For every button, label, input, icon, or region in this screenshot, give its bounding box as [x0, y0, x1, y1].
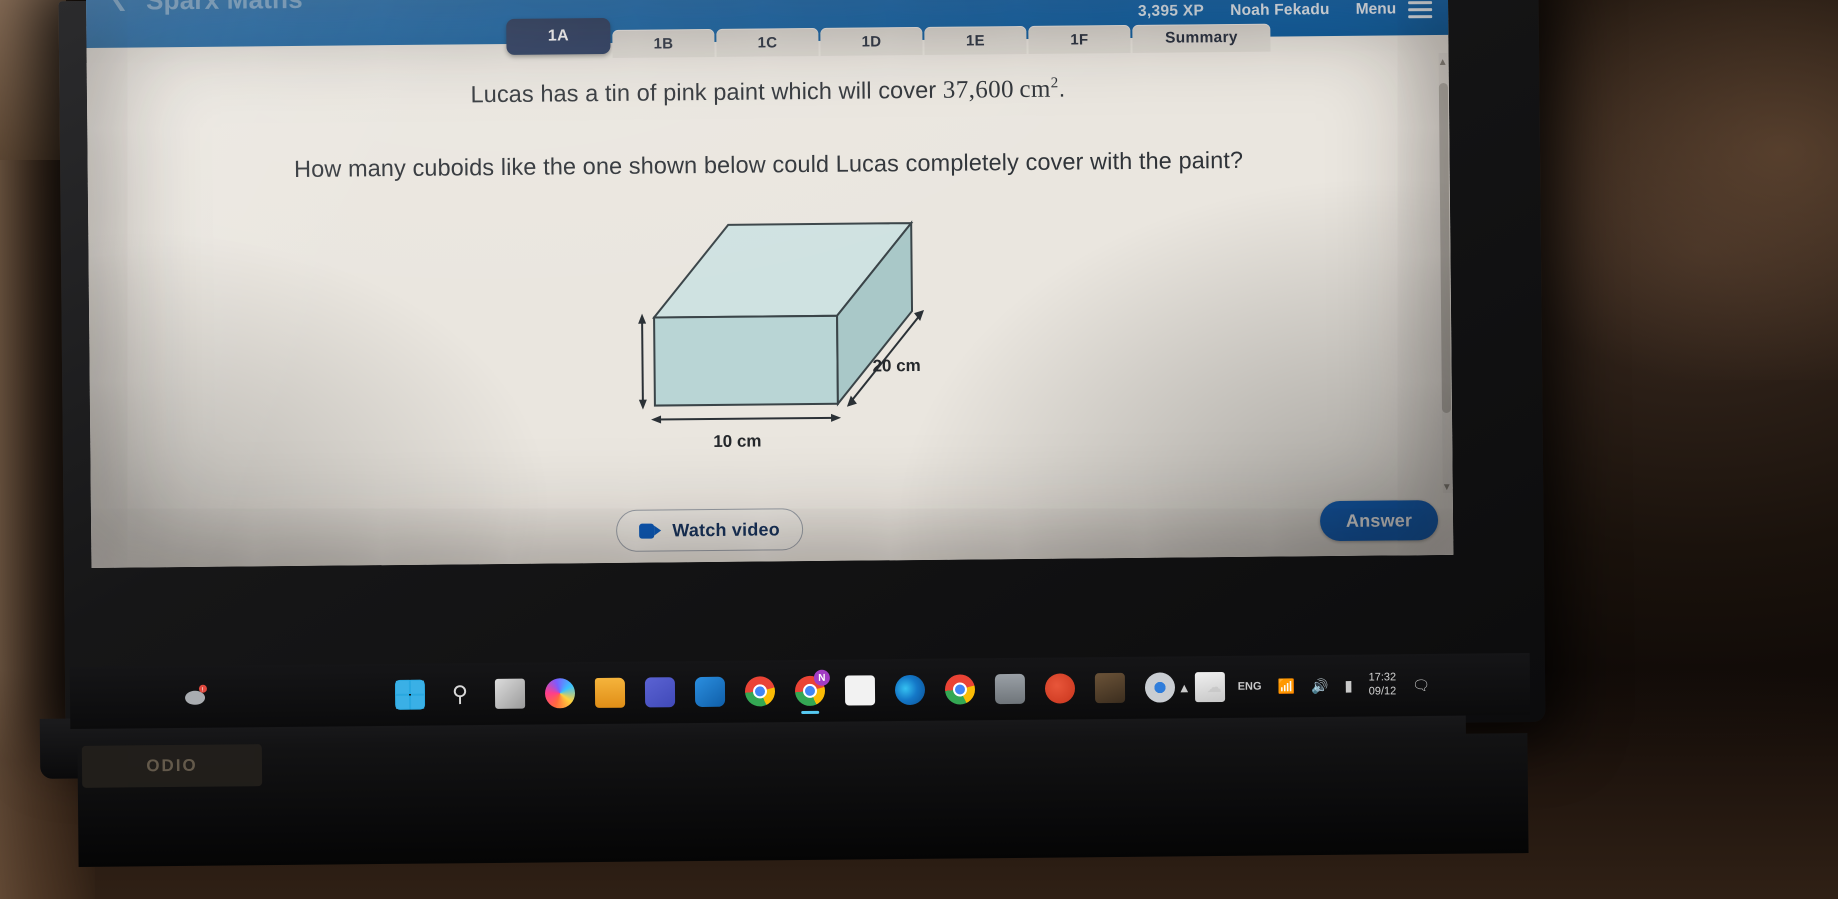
- background-wall-strip: [0, 0, 66, 160]
- clock-date: 09/12: [1368, 685, 1397, 698]
- width-label: 10 cm: [713, 432, 761, 451]
- question-line-1: Lucas has a tin of pink paint which will…: [87, 68, 1449, 117]
- windows-start-icon[interactable]: [394, 679, 426, 710]
- scroll-down-arrow[interactable]: ▼: [1442, 482, 1452, 493]
- question-area-value: 37,600 cm2: [942, 75, 1059, 104]
- scroll-up-arrow[interactable]: ▲: [1438, 57, 1448, 68]
- tab-summary[interactable]: Summary: [1132, 23, 1271, 53]
- file-explorer-icon[interactable]: [594, 677, 626, 708]
- back-chevron-icon[interactable]: ❮: [110, 0, 129, 12]
- chrome-notification-icon[interactable]: N: [794, 669, 830, 714]
- height-dimension-line: [641, 319, 644, 404]
- keyboard-badge: ODIO: [81, 744, 263, 788]
- task-view-icon[interactable]: [494, 678, 526, 709]
- clock-time: 17:32: [1368, 671, 1397, 684]
- width-dimension-line: [657, 416, 836, 421]
- height-arrow-top: [638, 313, 647, 324]
- chevron-up-icon[interactable]: ▲: [1178, 680, 1191, 695]
- width-arrow-left: [651, 415, 662, 424]
- tab-1b[interactable]: 1B: [612, 28, 715, 58]
- pinned-app-icon[interactable]: !: [182, 684, 210, 708]
- settings-icon[interactable]: [1144, 672, 1176, 703]
- copilot-icon[interactable]: [544, 678, 576, 709]
- area-unit: cm: [1019, 75, 1051, 104]
- watch-video-button[interactable]: Watch video: [615, 508, 804, 552]
- outlook-icon[interactable]: [694, 676, 726, 708]
- system-tray: ▲ ☁ ENG 📶 🔊 ▮ 17:32 09/12 🗨: [1178, 671, 1430, 701]
- depth-label: 20 cm: [872, 356, 920, 375]
- cloud-icon[interactable]: ☁: [1207, 678, 1222, 696]
- chrome-icon-2[interactable]: [944, 674, 976, 705]
- cuboid-front-face: [653, 314, 839, 407]
- question-line-1-suffix: .: [1058, 75, 1066, 102]
- search-icon[interactable]: ⚲: [445, 679, 475, 709]
- laptop-screen: ❮ Sparx Maths 3,395 XP Noah Fekadu Menu …: [86, 0, 1454, 568]
- photo-scene: ❮ Sparx Maths 3,395 XP Noah Fekadu Menu …: [0, 0, 1838, 899]
- tab-1e[interactable]: 1E: [924, 25, 1027, 55]
- tab-1c[interactable]: 1C: [716, 27, 819, 57]
- cuboid-figure: 9 cm 10 cm 20 cm Not drawn accurately: [88, 200, 1453, 503]
- question-panel: Lucas has a tin of pink paint which will…: [86, 49, 1454, 568]
- width-arrow-right: [831, 413, 842, 422]
- microsoft-store-icon[interactable]: [844, 675, 876, 706]
- chrome-icon[interactable]: [744, 676, 776, 707]
- cuboid-svg: 9 cm 10 cm 20 cm: [638, 220, 925, 451]
- battery-icon[interactable]: ▮: [1344, 677, 1352, 695]
- notification-icon[interactable]: 🗨: [1412, 676, 1430, 693]
- app-brand-title: Sparx Maths: [146, 0, 303, 16]
- question-line-1-prefix: Lucas has a tin of pink paint which will…: [470, 76, 943, 108]
- hamburger-icon: [1408, 0, 1433, 18]
- tab-1f[interactable]: 1F: [1028, 24, 1131, 54]
- chrome-badge: N: [813, 669, 830, 686]
- photos-icon[interactable]: [1094, 672, 1126, 704]
- answer-button[interactable]: Answer: [1319, 500, 1439, 542]
- user-name[interactable]: Noah Fekadu: [1230, 1, 1330, 20]
- taskbar-icon-row: ⚲ N: [394, 669, 1226, 714]
- speaker-icon[interactable]: 🔊: [1311, 677, 1329, 694]
- language-indicator[interactable]: ENG: [1238, 681, 1262, 693]
- area-exponent: 2: [1050, 75, 1059, 92]
- menu-button[interactable]: Menu: [1356, 0, 1433, 19]
- active-window-indicator: [801, 710, 820, 714]
- edge-icon[interactable]: [894, 674, 926, 706]
- clock[interactable]: 17:32 09/12: [1369, 672, 1397, 700]
- video-camera-icon: [639, 523, 662, 539]
- microsoft-teams-icon[interactable]: [644, 677, 676, 708]
- menu-label: Menu: [1355, 0, 1397, 18]
- area-number: 37,600: [942, 76, 1015, 104]
- tab-1d[interactable]: 1D: [820, 26, 923, 56]
- watch-video-label: Watch video: [672, 518, 780, 540]
- height-arrow-bottom: [638, 399, 647, 410]
- camera-icon[interactable]: [994, 673, 1026, 705]
- xp-counter: 3,395 XP: [1137, 2, 1205, 20]
- laptop-keyboard-area: [77, 733, 1529, 867]
- question-line-2: How many cuboids like the one shown belo…: [293, 146, 1244, 182]
- powerpoint-icon[interactable]: [1044, 673, 1076, 704]
- tab-1a[interactable]: 1A: [506, 17, 611, 55]
- wifi-icon[interactable]: 📶: [1277, 678, 1295, 695]
